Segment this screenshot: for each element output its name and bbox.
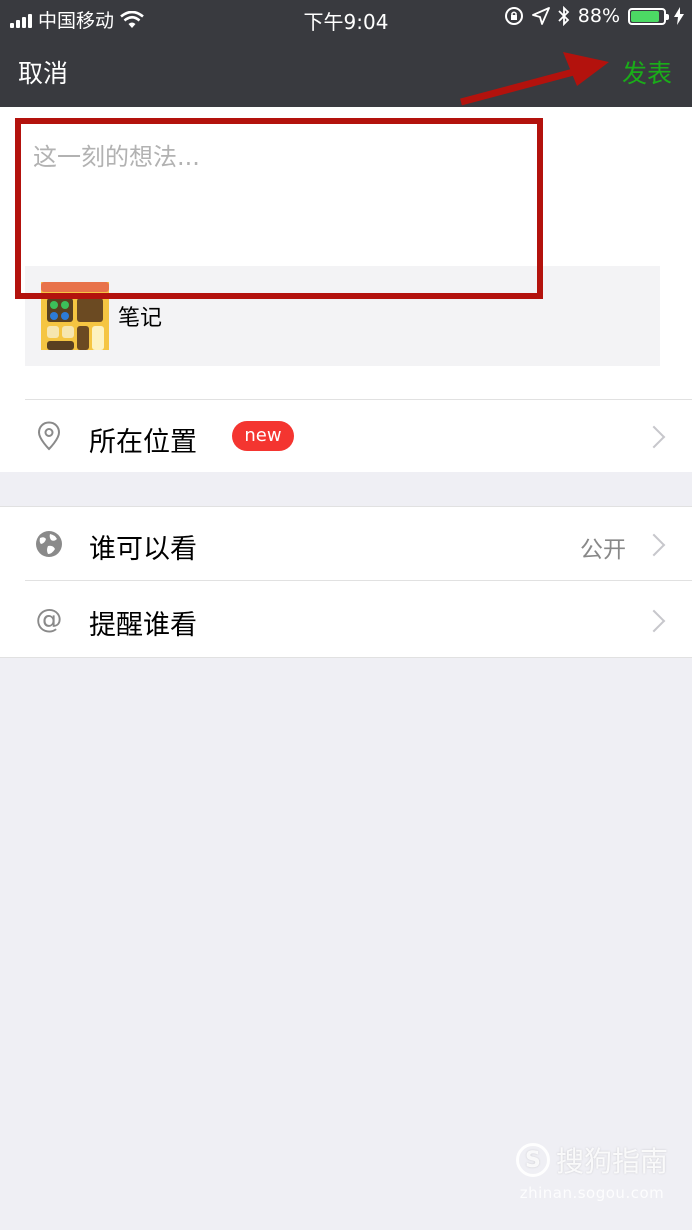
charging-bolt-icon (674, 7, 684, 25)
privacy-group: 谁可以看 公开 @ 提醒谁看 (0, 506, 692, 658)
mention-row[interactable]: @ 提醒谁看 (0, 581, 692, 657)
compose-area: 这一刻的想法... 笔记 所在位置 new (0, 107, 692, 472)
battery-fill (631, 10, 660, 22)
location-row[interactable]: 所在位置 new (0, 400, 692, 472)
visibility-label: 谁可以看 (89, 534, 197, 565)
status-right: 88% (504, 5, 684, 27)
share-title: 笔记 (118, 306, 163, 331)
cancel-button[interactable]: 取消 (18, 54, 68, 90)
watermark-brand: S 搜狗指南 (515, 1140, 668, 1180)
sogou-logo-icon: S (515, 1143, 550, 1177)
visibility-row[interactable]: 谁可以看 公开 (0, 507, 692, 580)
watermark-url: zhinan.sogou.com (519, 1184, 665, 1202)
orientation-lock-icon (504, 7, 523, 25)
mention-label: 提醒谁看 (89, 610, 197, 641)
share-thumbnail (41, 282, 109, 350)
bluetooth-icon (558, 6, 570, 26)
status-bar: 中国移动 下午9:04 88% (0, 0, 692, 36)
at-sign-icon: @ (35, 603, 63, 635)
chevron-right-icon (642, 609, 666, 633)
shared-link-card[interactable]: 笔记 (25, 266, 660, 366)
location-services-icon (531, 7, 550, 25)
watermark: S 搜狗指南 zhinan.sogou.com (515, 1140, 668, 1202)
visibility-value: 公开 (580, 537, 626, 563)
new-badge: new (232, 421, 294, 451)
location-pin-icon (32, 419, 66, 453)
thought-input[interactable]: 这一刻的想法... (33, 137, 200, 172)
battery-icon (628, 7, 669, 25)
location-label: 所在位置 (89, 427, 197, 458)
navigation-bar: 取消 发表 (0, 36, 692, 107)
chevron-right-icon (642, 533, 666, 557)
watermark-brand-text: 搜狗指南 (555, 1145, 668, 1178)
battery-percent: 88% (577, 5, 620, 27)
globe-icon (32, 527, 66, 561)
publish-button[interactable]: 发表 (622, 54, 672, 90)
chevron-right-icon (642, 425, 666, 449)
